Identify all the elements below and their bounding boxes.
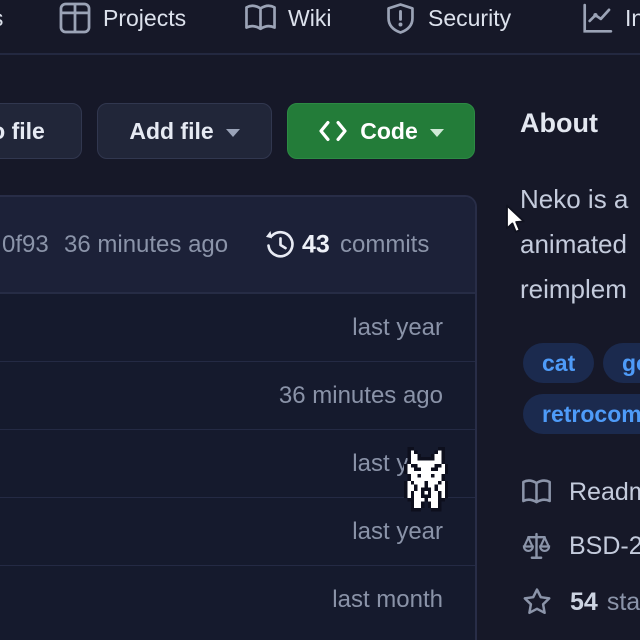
chevron-down-icon [226,129,240,137]
tab-projects[interactable]: Projects [58,0,186,36]
readme-label: Readme [569,478,640,507]
code-label: Code [360,118,418,145]
graph-icon [581,2,614,35]
table-icon [58,1,92,35]
tab-wiki[interactable]: Wiki [244,0,331,36]
latest-commit-bar: 0f93 36 minutes ago 43 commits [0,197,475,294]
add-file-button[interactable]: Add file [97,103,272,159]
github-repo-page: Actions Projects Wiki Security Insights [0,0,640,640]
neko-cat-sprite [404,446,448,513]
license-link[interactable]: BSD-2-Clause license [521,531,640,562]
star-icon [521,586,553,618]
topic-label: retrocomputing [542,401,640,428]
history-icon [265,229,296,260]
commit-hash[interactable]: 0f93 [2,231,49,259]
file-row-time[interactable]: 36 minutes ago [279,382,443,410]
code-brackets-icon [318,118,348,144]
file-row[interactable]: last year [0,294,475,362]
topic-pill-cat[interactable]: cat [523,343,594,383]
code-button[interactable]: Code [287,103,475,159]
chevron-down-icon [430,129,444,137]
go-to-file-label: Go to file [0,118,45,145]
about-heading: About [520,108,598,139]
tab-actions[interactable]: Actions [0,0,3,36]
go-to-file-button[interactable]: Go to file [0,103,82,159]
commit-count[interactable]: 43 [302,230,330,259]
repo-description-line: animated [520,229,627,260]
file-row-time[interactable]: last month [332,586,443,614]
tab-wiki-label: Wiki [288,5,331,32]
law-scale-icon [521,531,552,562]
file-row[interactable]: last month [0,566,475,634]
book-icon [521,477,552,508]
license-label: BSD-2-Clause license [569,532,640,561]
repo-description-line: Neko is a [520,184,628,215]
tab-projects-label: Projects [103,5,186,32]
stars-label: stars [607,588,640,616]
tab-insights-label: Insights [625,5,640,32]
stars-link[interactable]: 54 stars [521,586,640,618]
stars-count: 54 [570,588,598,616]
tab-insights[interactable]: Insights [581,0,640,36]
book-icon [244,2,277,35]
file-list-panel: 0f93 36 minutes ago 43 commits last year… [0,195,477,640]
tab-actions-label: Actions [0,5,3,32]
file-row-time[interactable]: last year [352,518,443,546]
repo-description-line: reimplem [520,274,627,305]
commits-label[interactable]: commits [340,231,429,259]
tab-security-label: Security [428,5,511,32]
add-file-label: Add file [129,118,213,145]
topic-label: go [622,350,640,377]
file-row-time[interactable]: last year [352,314,443,342]
topic-pill-retrocomputing[interactable]: retrocomputing [523,394,640,434]
repo-tab-bar: Actions Projects Wiki Security Insights [0,0,640,55]
commit-time: 36 minutes ago [64,231,228,259]
readme-link[interactable]: Readme [521,477,640,508]
tab-security[interactable]: Security [384,0,511,36]
file-row[interactable]: 36 minutes ago [0,362,475,430]
mouse-cursor [504,204,528,236]
topic-label: cat [542,350,575,377]
shield-alert-icon [384,2,417,35]
topic-pill-go[interactable]: go [603,343,640,383]
